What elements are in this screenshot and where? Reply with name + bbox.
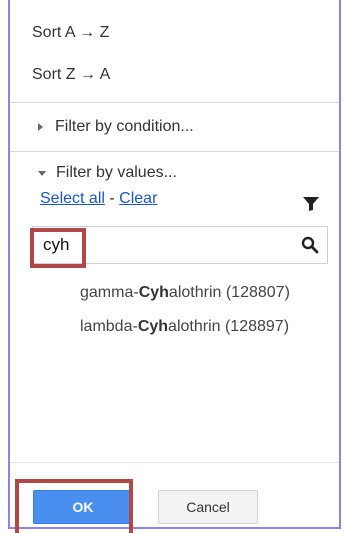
divider <box>10 151 339 152</box>
divider <box>10 102 339 103</box>
filter-value-item[interactable]: gamma-Cyhalothrin (128807) <box>80 284 290 302</box>
filter-menu-panel: Sort A → Z Sort Z → A Filter by conditio… <box>8 0 341 529</box>
caret-down-icon <box>38 170 46 176</box>
search-icon[interactable] <box>301 236 319 259</box>
sort-z-to-a-item[interactable]: Sort Z → A <box>32 66 110 84</box>
caret-right-icon <box>38 123 43 131</box>
filter-by-values-label: Filter by values... <box>56 164 177 181</box>
select-clear-links: Select all - Clear <box>40 190 157 208</box>
search-box <box>32 226 328 264</box>
ok-button[interactable]: OK <box>33 490 133 524</box>
clear-link[interactable]: Clear <box>119 190 157 207</box>
cancel-button[interactable]: Cancel <box>158 490 258 524</box>
filter-value-item[interactable]: lambda-Cyhalothrin (128897) <box>80 318 289 336</box>
filter-by-values-toggle[interactable]: Filter by values... <box>38 164 177 182</box>
sort-a-to-z-item[interactable]: Sort A → Z <box>32 24 109 42</box>
filter-by-condition-toggle[interactable]: Filter by condition... <box>38 118 194 136</box>
filter-by-condition-label: Filter by condition... <box>55 118 194 135</box>
select-all-link[interactable]: Select all <box>40 190 105 207</box>
link-separator: - <box>109 190 115 207</box>
search-input[interactable] <box>43 234 283 256</box>
filter-funnel-icon[interactable] <box>302 196 320 217</box>
footer-divider <box>10 462 339 463</box>
